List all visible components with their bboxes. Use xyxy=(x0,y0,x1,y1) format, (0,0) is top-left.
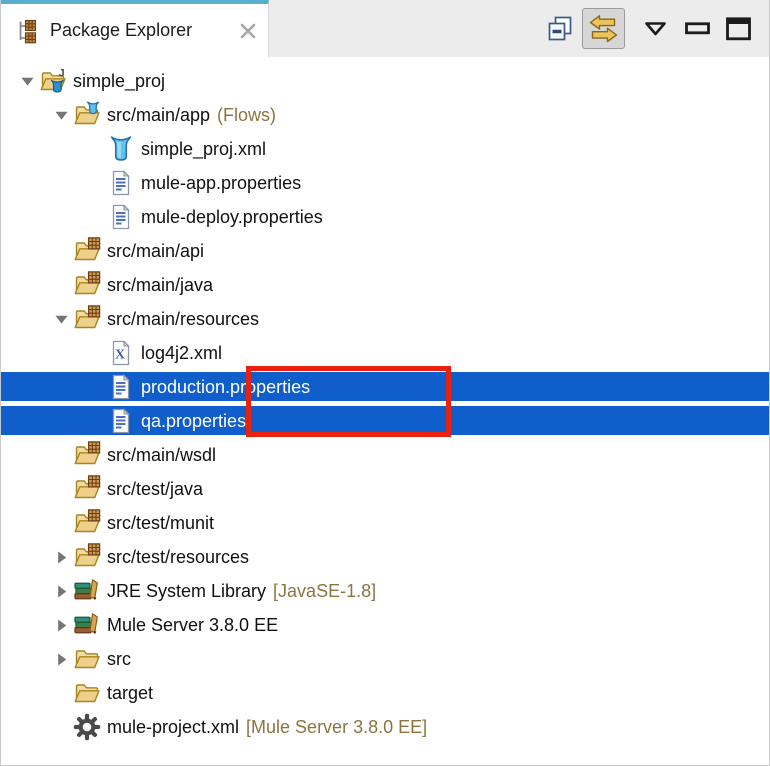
package-folder-icon xyxy=(73,543,101,571)
maximize-icon xyxy=(726,16,751,41)
tree-item-production-properties[interactable]: production.properties xyxy=(1,370,769,404)
package-folder-icon xyxy=(73,271,101,299)
tree-item-simple-proj-xml[interactable]: simple_proj.xml xyxy=(1,132,769,166)
library-icon xyxy=(73,611,101,639)
collapse-arrow-icon[interactable] xyxy=(49,618,73,633)
tree-item-src[interactable]: src xyxy=(1,642,769,676)
collapse-arrow-icon[interactable] xyxy=(49,550,73,565)
tree-item-mule-deploy-properties[interactable]: mule-deploy.properties xyxy=(1,200,769,234)
tree-item-label: qa.properties xyxy=(141,410,247,431)
package-explorer-icon xyxy=(16,18,42,44)
tree-item-label: mule-app.properties xyxy=(141,172,302,193)
minimize-button[interactable] xyxy=(685,22,710,35)
tree-item-label: target xyxy=(107,682,154,703)
collapse-all-button[interactable] xyxy=(545,14,575,44)
tree-item-qa-properties[interactable]: qa.properties xyxy=(1,404,769,438)
collapse-arrow-icon[interactable] xyxy=(49,584,73,599)
tree-item-src-test-munit[interactable]: src/test/munit xyxy=(1,506,769,540)
view-menu-button[interactable] xyxy=(644,21,667,37)
xml-file-icon: X xyxy=(107,339,135,367)
link-with-editor-icon xyxy=(588,13,619,44)
close-icon[interactable] xyxy=(238,21,258,41)
tree-item-label: src/main/java xyxy=(107,274,214,295)
tree-item-target[interactable]: target xyxy=(1,676,769,710)
package-folder-icon xyxy=(73,441,101,469)
project-tree: Jsimple_proj src/main/app (Flows) simple_pr… xyxy=(1,57,769,744)
tree-item-label: simple_proj.xml xyxy=(141,138,267,159)
tree-item-src-main-api[interactable]: src/main/api xyxy=(1,234,769,268)
tree-item-decorator: [Mule Server 3.8.0 EE] xyxy=(246,716,428,737)
tree-item-label: mule-project.xml xyxy=(107,716,240,737)
collapse-arrow-icon[interactable] xyxy=(49,652,73,667)
svg-text:X: X xyxy=(115,348,125,363)
tree-item-src-test-java[interactable]: src/test/java xyxy=(1,472,769,506)
gear-icon xyxy=(73,713,101,741)
maximize-button[interactable] xyxy=(726,16,751,41)
package-folder-icon xyxy=(73,305,101,333)
tree-item-label: src/main/app xyxy=(107,104,211,125)
tree-item-mule-app-properties[interactable]: mule-app.properties xyxy=(1,166,769,200)
properties-file-icon xyxy=(107,407,135,435)
tree-item-label: src/main/api xyxy=(107,240,205,261)
collapse-all-icon xyxy=(545,14,575,44)
tree-item-label: log4j2.xml xyxy=(141,342,223,363)
folder-icon xyxy=(73,679,101,707)
properties-file-icon xyxy=(107,373,135,401)
view-tab-bar: Package Explorer xyxy=(1,0,769,57)
tree-item-label: src/test/resources xyxy=(107,546,250,567)
package-explorer-view: Package Explorer Jsimple_proj src/main/ap… xyxy=(0,0,770,766)
flows-folder-icon xyxy=(73,101,101,129)
tab-title: Package Explorer xyxy=(50,20,193,40)
tree-item-mule-project-xml[interactable]: mule-project.xml [Mule Server 3.8.0 EE] xyxy=(1,710,769,744)
tree-item-label: Mule Server 3.8.0 EE xyxy=(107,614,279,635)
tree-item-label: src/test/munit xyxy=(107,512,215,533)
tree-item-label: src/main/wsdl xyxy=(107,444,217,465)
minimize-icon xyxy=(685,22,710,35)
tree-item-label: src xyxy=(107,648,131,669)
tree-item-log4j2-xml[interactable]: Xlog4j2.xml xyxy=(1,336,769,370)
tab-package-explorer[interactable]: Package Explorer xyxy=(1,0,269,57)
tree-item-src-main-java[interactable]: src/main/java xyxy=(1,268,769,302)
properties-file-icon xyxy=(107,169,135,197)
link-with-editor-button[interactable] xyxy=(582,8,625,49)
tree-item-mule-server-3-8-0-ee[interactable]: Mule Server 3.8.0 EE xyxy=(1,608,769,642)
tree-item-simple-proj[interactable]: Jsimple_proj xyxy=(1,64,769,98)
tree-item-src-main-app[interactable]: src/main/app (Flows) xyxy=(1,98,769,132)
view-toolbar xyxy=(545,0,751,57)
view-menu-icon xyxy=(644,21,667,37)
tree-item-src-main-wsdl[interactable]: src/main/wsdl xyxy=(1,438,769,472)
tree-item-src-main-resources[interactable]: src/main/resources xyxy=(1,302,769,336)
tree-item-decorator: [JavaSE-1.8] xyxy=(273,580,377,601)
expand-arrow-icon[interactable] xyxy=(15,74,39,89)
mule-config-icon xyxy=(107,135,135,163)
tree-item-label: JRE System Library xyxy=(107,580,267,601)
tree-item-label: production.properties xyxy=(141,376,311,397)
properties-file-icon xyxy=(107,203,135,231)
package-folder-icon xyxy=(73,237,101,265)
expand-arrow-icon[interactable] xyxy=(49,312,73,327)
folder-icon xyxy=(73,645,101,673)
tree-item-label: simple_proj xyxy=(73,70,166,91)
tree-item-jre-system-library[interactable]: JRE System Library [JavaSE-1.8] xyxy=(1,574,769,608)
tree-item-src-test-resources[interactable]: src/test/resources xyxy=(1,540,769,574)
tree-item-label: src/test/java xyxy=(107,478,204,499)
package-folder-icon xyxy=(73,475,101,503)
library-icon xyxy=(73,577,101,605)
svg-text:J: J xyxy=(59,68,65,80)
tree-item-label: mule-deploy.properties xyxy=(141,206,323,227)
package-folder-icon xyxy=(73,509,101,537)
expand-arrow-icon[interactable] xyxy=(49,108,73,123)
tree-item-label: src/main/resources xyxy=(107,308,260,329)
tree-item-decorator: (Flows) xyxy=(217,104,277,125)
mule-project-icon: J xyxy=(39,67,67,95)
